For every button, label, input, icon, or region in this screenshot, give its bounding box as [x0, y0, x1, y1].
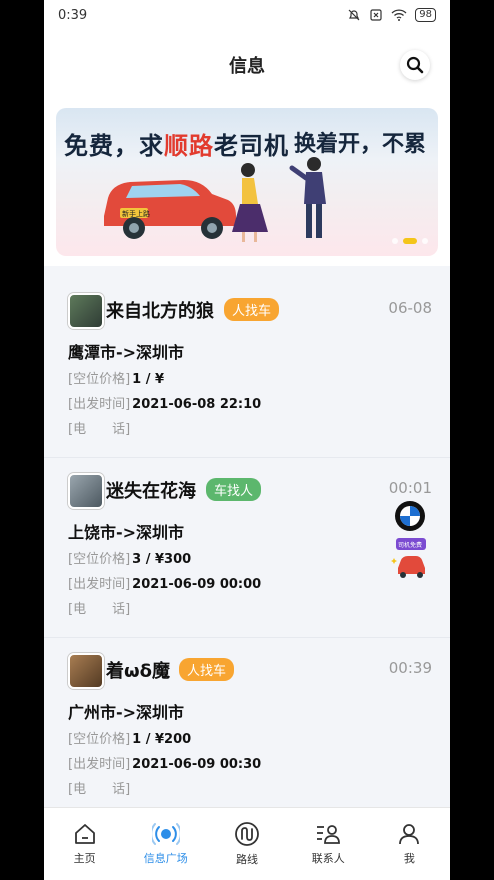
- phone-label: [电 话]: [68, 782, 131, 797]
- avatar[interactable]: [68, 293, 104, 329]
- banner-section: 免费，求顺路老司机 换着开，不累 新手上路: [44, 100, 450, 266]
- post-author-name: 着ωδ魔: [106, 661, 171, 682]
- departure-value: 2021-06-09 00:00: [132, 577, 262, 592]
- phone-row[interactable]: [电 话]: [68, 778, 132, 797]
- seat-price-row: [空位价格] 3 / ¥300: [68, 548, 191, 567]
- contacts-icon: [317, 825, 341, 844]
- departure-value: 2021-06-08 22:10: [132, 397, 262, 412]
- tab-info-square[interactable]: 信息广场: [125, 808, 206, 880]
- seat-price-value: 1 / ¥: [132, 372, 165, 387]
- departure-label: [出发时间]: [68, 397, 131, 412]
- right-gutter: [450, 0, 494, 880]
- seat-price-value: 3 / ¥300: [132, 552, 192, 567]
- seat-price-label: [空位价格]: [68, 732, 131, 747]
- post-route: 上饶市->深圳市: [68, 523, 185, 542]
- tab-label: 主页: [73, 852, 96, 865]
- departure-row: [出发时间] 2021-06-09 00:30: [68, 753, 261, 772]
- departure-row: [出发时间] 2021-06-08 22:10: [68, 393, 261, 412]
- banner-pagination: [392, 238, 428, 244]
- post-time: 00:01: [388, 479, 432, 497]
- home-icon: [74, 824, 95, 844]
- phone-screen: 0:39 98 信息 免费，求顺路老司机 换着开，不累 新手上路 来自北方的狼 …: [44, 0, 450, 880]
- tab-route[interactable]: 路线: [206, 808, 287, 880]
- promo-label: 司机免费: [398, 541, 422, 549]
- tab-home[interactable]: 主页: [44, 808, 125, 880]
- departure-label: [出发时间]: [68, 757, 131, 772]
- phone-label: [电 话]: [68, 602, 131, 617]
- post-time: 00:39: [388, 659, 432, 677]
- route-icon: [235, 822, 259, 846]
- sim-off-icon: [370, 9, 382, 21]
- header-bar: 信息: [44, 30, 450, 100]
- post-route: 鹰潭市->深圳市: [68, 343, 185, 362]
- page-title: 信息: [229, 56, 265, 77]
- search-button[interactable]: [400, 50, 430, 80]
- car-plate-text: 新手上路: [122, 209, 150, 218]
- avatar[interactable]: [68, 653, 104, 689]
- departure-row: [出发时间] 2021-06-09 00:00: [68, 573, 261, 592]
- post-author-name: 迷失在花海: [106, 481, 196, 502]
- broadcast-icon: [151, 823, 180, 845]
- post-type-badge: 人找车: [224, 298, 280, 321]
- status-icons: 98: [347, 8, 436, 22]
- banner-illustration: 新手上路: [104, 157, 326, 242]
- post-route: 广州市->深圳市: [68, 703, 185, 722]
- post-card[interactable]: 着ωδ魔 人找车 00:39 广州市->深圳市 [空位价格] 1 / ¥200 […: [44, 638, 450, 818]
- bell-muted-icon: [348, 9, 360, 21]
- phone-row[interactable]: [电 话]: [68, 418, 132, 437]
- post-card[interactable]: 迷失在花海 车找人 00:01 上饶市->深圳市 [空位价格] 3 / ¥300 …: [44, 458, 450, 638]
- phone-label: [电 话]: [68, 422, 131, 437]
- post-list: 来自北方的狼 人找车 06-08 鹰潭市->深圳市 [空位价格] 1 / ¥ [出…: [44, 266, 450, 818]
- tab-me[interactable]: 我: [369, 808, 450, 880]
- tab-label: 信息广场: [143, 852, 188, 865]
- seat-price-value: 1 / ¥200: [132, 732, 192, 747]
- tab-label: 路线: [236, 853, 258, 866]
- promo-banner[interactable]: 免费，求顺路老司机 换着开，不累 新手上路: [56, 108, 438, 256]
- post-type-badge: 车找人: [206, 478, 262, 501]
- man-figure: [289, 157, 326, 238]
- status-time: 0:39: [58, 7, 88, 23]
- post-type-badge: 人找车: [179, 658, 235, 681]
- profile-icon: [399, 824, 420, 845]
- battery-indicator: 98: [415, 8, 436, 22]
- app-root: 0:39 98 信息 免费，求顺路老司机 换着开，不累 新手上路 来自北方的狼 …: [0, 0, 494, 880]
- pagination-dot[interactable]: [392, 238, 398, 244]
- pagination-dot[interactable]: [422, 238, 428, 244]
- seat-price-row: [空位价格] 1 / ¥200: [68, 728, 191, 747]
- post-author-name: 来自北方的狼: [106, 301, 214, 322]
- avatar[interactable]: [68, 473, 104, 509]
- departure-label: [出发时间]: [68, 577, 131, 592]
- seat-price-label: [空位价格]: [68, 372, 131, 387]
- tab-label: 联系人: [311, 852, 345, 865]
- left-gutter: [0, 0, 44, 880]
- bottom-tab-bar: 主页 信息广场 路线 联系人 我: [44, 807, 450, 880]
- post-time: 06-08: [388, 299, 432, 317]
- status-bar: 0:39 98: [44, 0, 450, 30]
- pagination-dot-active[interactable]: [403, 238, 417, 244]
- search-icon: [406, 56, 424, 74]
- tab-contacts[interactable]: 联系人: [288, 808, 369, 880]
- woman-figure: [232, 163, 268, 242]
- tab-label: 我: [403, 852, 415, 865]
- car-brand-promo-icon[interactable]: 司机免费: [390, 498, 430, 586]
- seat-price-label: [空位价格]: [68, 552, 131, 567]
- post-card[interactable]: 来自北方的狼 人找车 06-08 鹰潭市->深圳市 [空位价格] 1 / ¥ [出…: [44, 278, 450, 458]
- phone-row[interactable]: [电 话]: [68, 598, 132, 617]
- seat-price-row: [空位价格] 1 / ¥: [68, 368, 164, 387]
- wifi-icon: [391, 9, 407, 21]
- departure-value: 2021-06-09 00:30: [132, 757, 262, 772]
